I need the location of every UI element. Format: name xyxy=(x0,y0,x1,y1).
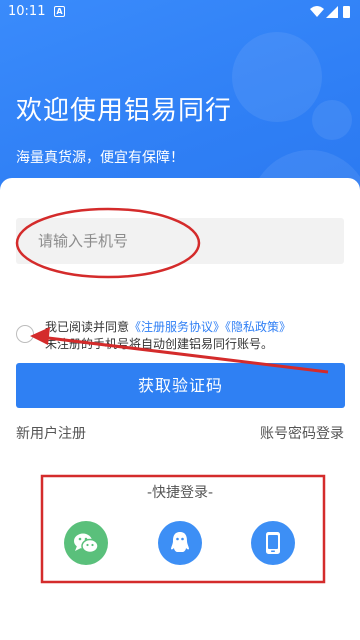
battery-icon xyxy=(343,6,350,18)
qq-icon xyxy=(171,532,189,552)
phone-login-button[interactable] xyxy=(251,521,295,565)
decorative-bubble xyxy=(232,32,322,122)
agreement-checkbox[interactable] xyxy=(16,325,34,343)
qq-login-button[interactable] xyxy=(158,521,202,565)
status-icons xyxy=(310,6,350,18)
welcome-title: 欢迎使用铝易同行 xyxy=(16,96,233,126)
status-bar: 10:11 A xyxy=(0,0,360,26)
signal-icon xyxy=(326,6,338,18)
agreement-text: 我已阅读并同意《注册服务协议》《隐私政策》 xyxy=(45,318,291,335)
phone-number-input[interactable] xyxy=(16,218,344,264)
quick-login-title: -快捷登录- xyxy=(146,485,214,501)
tagline: 海量真货源，便宜有保障！ xyxy=(16,150,184,166)
get-code-button[interactable]: 获取验证码 xyxy=(16,363,345,408)
wifi-icon xyxy=(310,6,324,17)
status-time: 10:11 xyxy=(8,4,46,19)
agreement-prefix: 我已阅读并同意 xyxy=(45,320,130,334)
phone-icon xyxy=(266,532,280,554)
register-link[interactable]: 新用户注册 xyxy=(16,423,86,443)
decorative-bubble xyxy=(312,100,352,140)
notification-badge-icon: A xyxy=(54,6,65,17)
agreement-note: 未注册的手机号将自动创建铝易同行账号。 xyxy=(45,337,274,351)
service-agreement-link[interactable]: 《注册服务协议》 xyxy=(129,320,225,334)
wechat-icon xyxy=(74,533,99,554)
wechat-login-button[interactable] xyxy=(64,521,108,565)
privacy-policy-link[interactable]: 《隐私政策》 xyxy=(225,320,291,334)
password-login-link[interactable]: 账号密码登录 xyxy=(260,423,344,443)
